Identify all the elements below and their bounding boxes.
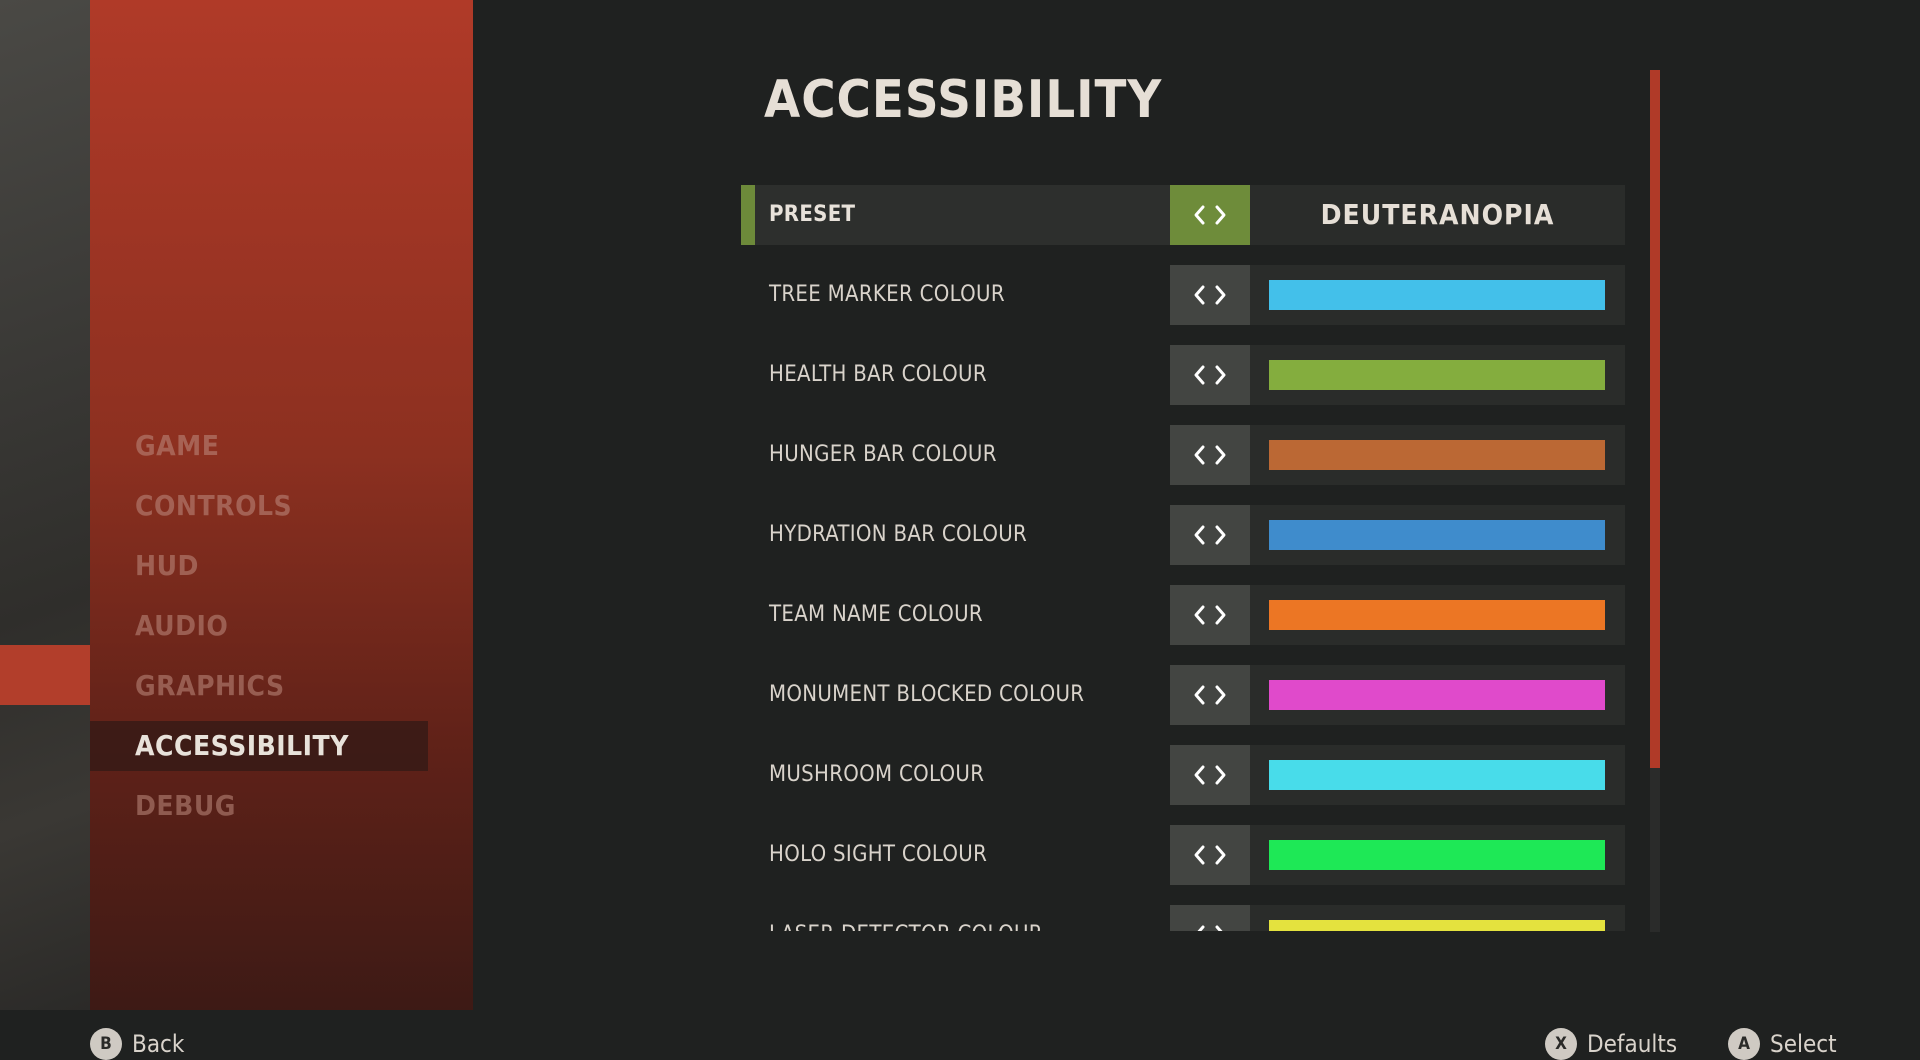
cycle-button[interactable] bbox=[1170, 745, 1250, 805]
color-value-box bbox=[1250, 745, 1625, 805]
preset-value: DEUTERANOPIA bbox=[1320, 198, 1555, 231]
back-hint[interactable]: B Back bbox=[90, 1028, 184, 1060]
color-swatch bbox=[1269, 440, 1605, 470]
setting-row-team-name-colour[interactable]: TEAM NAME COLOUR bbox=[741, 585, 1625, 645]
sidebar-item-audio[interactable]: AUDIO bbox=[90, 601, 428, 651]
selection-accent bbox=[741, 185, 755, 245]
defaults-label: Defaults bbox=[1587, 1030, 1678, 1058]
left-right-arrows-icon bbox=[1197, 925, 1223, 931]
color-value-box bbox=[1250, 585, 1625, 645]
color-value-box bbox=[1250, 265, 1625, 325]
setting-row-hydration-bar-colour[interactable]: HYDRATION BAR COLOUR bbox=[741, 505, 1625, 565]
scrollbar[interactable] bbox=[1650, 70, 1660, 932]
cycle-button[interactable] bbox=[1170, 265, 1250, 325]
setting-row-tree-marker-colour[interactable]: TREE MARKER COLOUR bbox=[741, 265, 1625, 325]
setting-row-monument-blocked-colour[interactable]: MONUMENT BLOCKED COLOUR bbox=[741, 665, 1625, 725]
setting-label: MONUMENT BLOCKED COLOUR bbox=[769, 682, 1085, 707]
setting-label: HOLO SIGHT COLOUR bbox=[769, 842, 988, 867]
setting-row-health-bar-colour[interactable]: HEALTH BAR COLOUR bbox=[741, 345, 1625, 405]
sidebar-item-controls[interactable]: CONTROLS bbox=[90, 481, 428, 531]
cycle-button[interactable] bbox=[1170, 585, 1250, 645]
cycle-button[interactable] bbox=[1170, 665, 1250, 725]
color-swatch bbox=[1269, 600, 1605, 630]
color-value-box bbox=[1250, 345, 1625, 405]
setting-row-laser-detector-colour[interactable]: LASER DETECTOR COLOUR bbox=[741, 905, 1625, 931]
back-label: Back bbox=[132, 1030, 185, 1058]
left-right-arrows-icon bbox=[1194, 525, 1226, 545]
color-value-box bbox=[1250, 505, 1625, 565]
cycle-button[interactable] bbox=[1170, 825, 1250, 885]
sidebar-item-game[interactable]: GAME bbox=[90, 421, 428, 471]
b-button-icon: B bbox=[90, 1028, 122, 1060]
color-swatch bbox=[1269, 680, 1605, 710]
color-swatch bbox=[1269, 520, 1605, 550]
sidebar-item-graphics[interactable]: GRAPHICS bbox=[90, 661, 428, 711]
left-right-arrows-icon bbox=[1194, 685, 1226, 705]
color-value-box bbox=[1250, 825, 1625, 885]
page-title: ACCESSIBILITY bbox=[764, 70, 1163, 130]
color-swatch bbox=[1269, 760, 1605, 790]
setting-label: TEAM NAME COLOUR bbox=[769, 602, 983, 627]
select-label: Select bbox=[1770, 1030, 1837, 1058]
sidebar-item-accessibility[interactable]: ACCESSIBILITY bbox=[90, 721, 428, 771]
cycle-button[interactable] bbox=[1170, 905, 1250, 931]
cycle-button[interactable] bbox=[1170, 425, 1250, 485]
color-value-box bbox=[1250, 425, 1625, 485]
x-button-icon: X bbox=[1545, 1028, 1577, 1060]
background-scene bbox=[0, 0, 90, 1010]
setting-label: HYDRATION BAR COLOUR bbox=[769, 522, 1028, 547]
active-section-marker bbox=[0, 645, 90, 705]
color-swatch bbox=[1269, 360, 1605, 390]
sidebar-item-hud[interactable]: HUD bbox=[90, 541, 428, 591]
left-right-arrows-icon bbox=[1194, 445, 1226, 465]
color-value-box bbox=[1250, 665, 1625, 725]
setting-label: HUNGER BAR COLOUR bbox=[769, 442, 997, 467]
setting-row-hunger-bar-colour[interactable]: HUNGER BAR COLOUR bbox=[741, 425, 1625, 485]
left-right-arrows-icon bbox=[1194, 205, 1226, 225]
select-hint[interactable]: A Select bbox=[1728, 1028, 1837, 1060]
left-right-arrows-icon bbox=[1194, 605, 1226, 625]
cycle-button[interactable] bbox=[1170, 505, 1250, 565]
color-swatch bbox=[1269, 920, 1605, 931]
setting-label: HEALTH BAR COLOUR bbox=[769, 362, 987, 387]
left-right-arrows-icon bbox=[1194, 845, 1226, 865]
setting-label: LASER DETECTOR COLOUR bbox=[769, 905, 1043, 931]
color-value-box bbox=[1250, 905, 1625, 931]
sidebar-item-debug[interactable]: DEBUG bbox=[90, 781, 428, 831]
footer-button-hints: B Back X Defaults A Select bbox=[0, 1010, 1920, 1060]
scroll-thumb[interactable] bbox=[1650, 70, 1660, 769]
left-right-arrows-icon bbox=[1194, 765, 1226, 785]
preset-row[interactable]: PRESET DEUTERANOPIA bbox=[741, 185, 1625, 245]
defaults-hint[interactable]: X Defaults bbox=[1545, 1028, 1677, 1060]
settings-list: PRESET DEUTERANOPIA TREE MARKER COLOUR H… bbox=[741, 185, 1625, 931]
cycle-button[interactable] bbox=[1170, 345, 1250, 405]
left-right-arrows-icon bbox=[1194, 365, 1226, 385]
left-right-arrows-icon bbox=[1194, 285, 1226, 305]
preset-cycle-button[interactable] bbox=[1170, 185, 1250, 245]
preset-label: PRESET bbox=[769, 202, 856, 227]
setting-label: MUSHROOM COLOUR bbox=[769, 762, 985, 787]
a-button-icon: A bbox=[1728, 1028, 1760, 1060]
sidebar: GAME CONTROLS HUD AUDIO GRAPHICS ACCESSI… bbox=[90, 0, 473, 1010]
color-swatch bbox=[1269, 280, 1605, 310]
setting-row-holo-sight-colour[interactable]: HOLO SIGHT COLOUR bbox=[741, 825, 1625, 885]
preset-value-box: DEUTERANOPIA bbox=[1250, 185, 1625, 245]
color-swatch bbox=[1269, 840, 1605, 870]
setting-row-mushroom-colour[interactable]: MUSHROOM COLOUR bbox=[741, 745, 1625, 805]
setting-label: TREE MARKER COLOUR bbox=[769, 282, 1005, 307]
